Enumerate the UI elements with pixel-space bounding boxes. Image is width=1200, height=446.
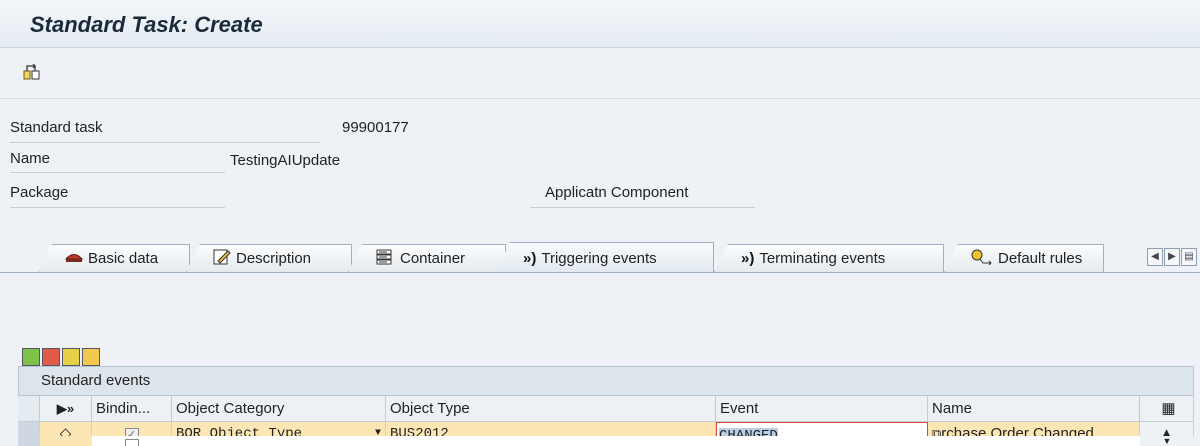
object-category-cell[interactable]	[172, 436, 386, 446]
tab-basic-data[interactable]: Basic data	[38, 244, 190, 272]
name-label: Name	[10, 150, 51, 167]
events-icon: »)	[741, 250, 755, 267]
column-header-object-category[interactable]: Object Category	[172, 396, 386, 422]
event-status-icon	[40, 436, 92, 446]
event-cell[interactable]	[716, 436, 928, 446]
tab-default-rules[interactable]: Default rules	[944, 244, 1104, 272]
tab-triggering-events[interactable]: ») Triggering events	[496, 242, 714, 273]
tab-container[interactable]: Container	[348, 244, 506, 272]
binding-checkbox[interactable]	[92, 436, 172, 446]
events-icon: »)	[523, 249, 537, 267]
tab-terminating-events[interactable]: ») Terminating events	[714, 244, 944, 272]
divider	[10, 207, 225, 208]
title-bar: Standard Task: Create	[0, 0, 1200, 48]
other-object-icon[interactable]	[22, 61, 44, 83]
task-header-form: Standard task 99900177 Name TestingAIUpd…	[0, 100, 1200, 250]
divider	[10, 142, 320, 143]
window-title: Standard Task: Create	[30, 12, 263, 37]
application-toolbar	[0, 49, 1200, 99]
tab-scroll-left-button[interactable]: ◀	[1147, 248, 1163, 266]
container-icon	[375, 249, 395, 269]
event-binding-button[interactable]	[82, 348, 100, 366]
grid-title: Standard events	[18, 366, 1194, 396]
basic-data-icon	[64, 250, 84, 268]
name-value[interactable]: TestingAIUpdate	[230, 152, 340, 169]
tab-strip: Basic data Description Container ») Trigg…	[0, 236, 1200, 273]
column-layout-icon[interactable]: ▦	[1140, 396, 1194, 422]
object-type-cell[interactable]	[386, 436, 716, 446]
insert-row-button[interactable]	[22, 348, 40, 366]
divider	[10, 172, 225, 173]
column-header-event[interactable]: Event	[716, 396, 928, 422]
delete-row-button[interactable]	[42, 348, 60, 366]
activate-event-button[interactable]	[62, 348, 80, 366]
tab-description[interactable]: Description	[186, 244, 352, 272]
column-settings-icon[interactable]: ▶»	[40, 396, 92, 422]
tab-label: Triggering events	[541, 249, 657, 267]
scroll-down-button[interactable]: ▼	[1140, 436, 1194, 446]
tab-scroll-right-button[interactable]: ▶	[1164, 248, 1180, 266]
standard-task-label: Standard task	[10, 119, 103, 136]
tab-list-button[interactable]: ▤	[1181, 248, 1197, 266]
standard-task-value[interactable]: 99900177	[342, 119, 409, 136]
tab-label: Description	[236, 250, 312, 267]
column-header-binding[interactable]: Bindin...	[92, 396, 172, 422]
name-cell[interactable]	[928, 436, 1140, 446]
description-icon	[213, 249, 231, 269]
table-row[interactable]: ▼	[18, 436, 1194, 446]
appl-component-label: Applicatn Component	[545, 184, 689, 201]
column-header-object-type[interactable]: Object Type	[386, 396, 716, 422]
package-label: Package	[10, 184, 69, 201]
tab-label: Default rules	[998, 250, 1083, 267]
divider	[530, 207, 755, 208]
tab-label: Container	[400, 250, 466, 267]
row-selector-header	[18, 396, 40, 422]
tab-label: Terminating events	[759, 250, 886, 267]
row-selector[interactable]	[18, 436, 40, 446]
tab-label: Basic data	[88, 250, 159, 267]
column-header-name[interactable]: Name	[928, 396, 1140, 422]
rules-icon	[971, 249, 993, 269]
